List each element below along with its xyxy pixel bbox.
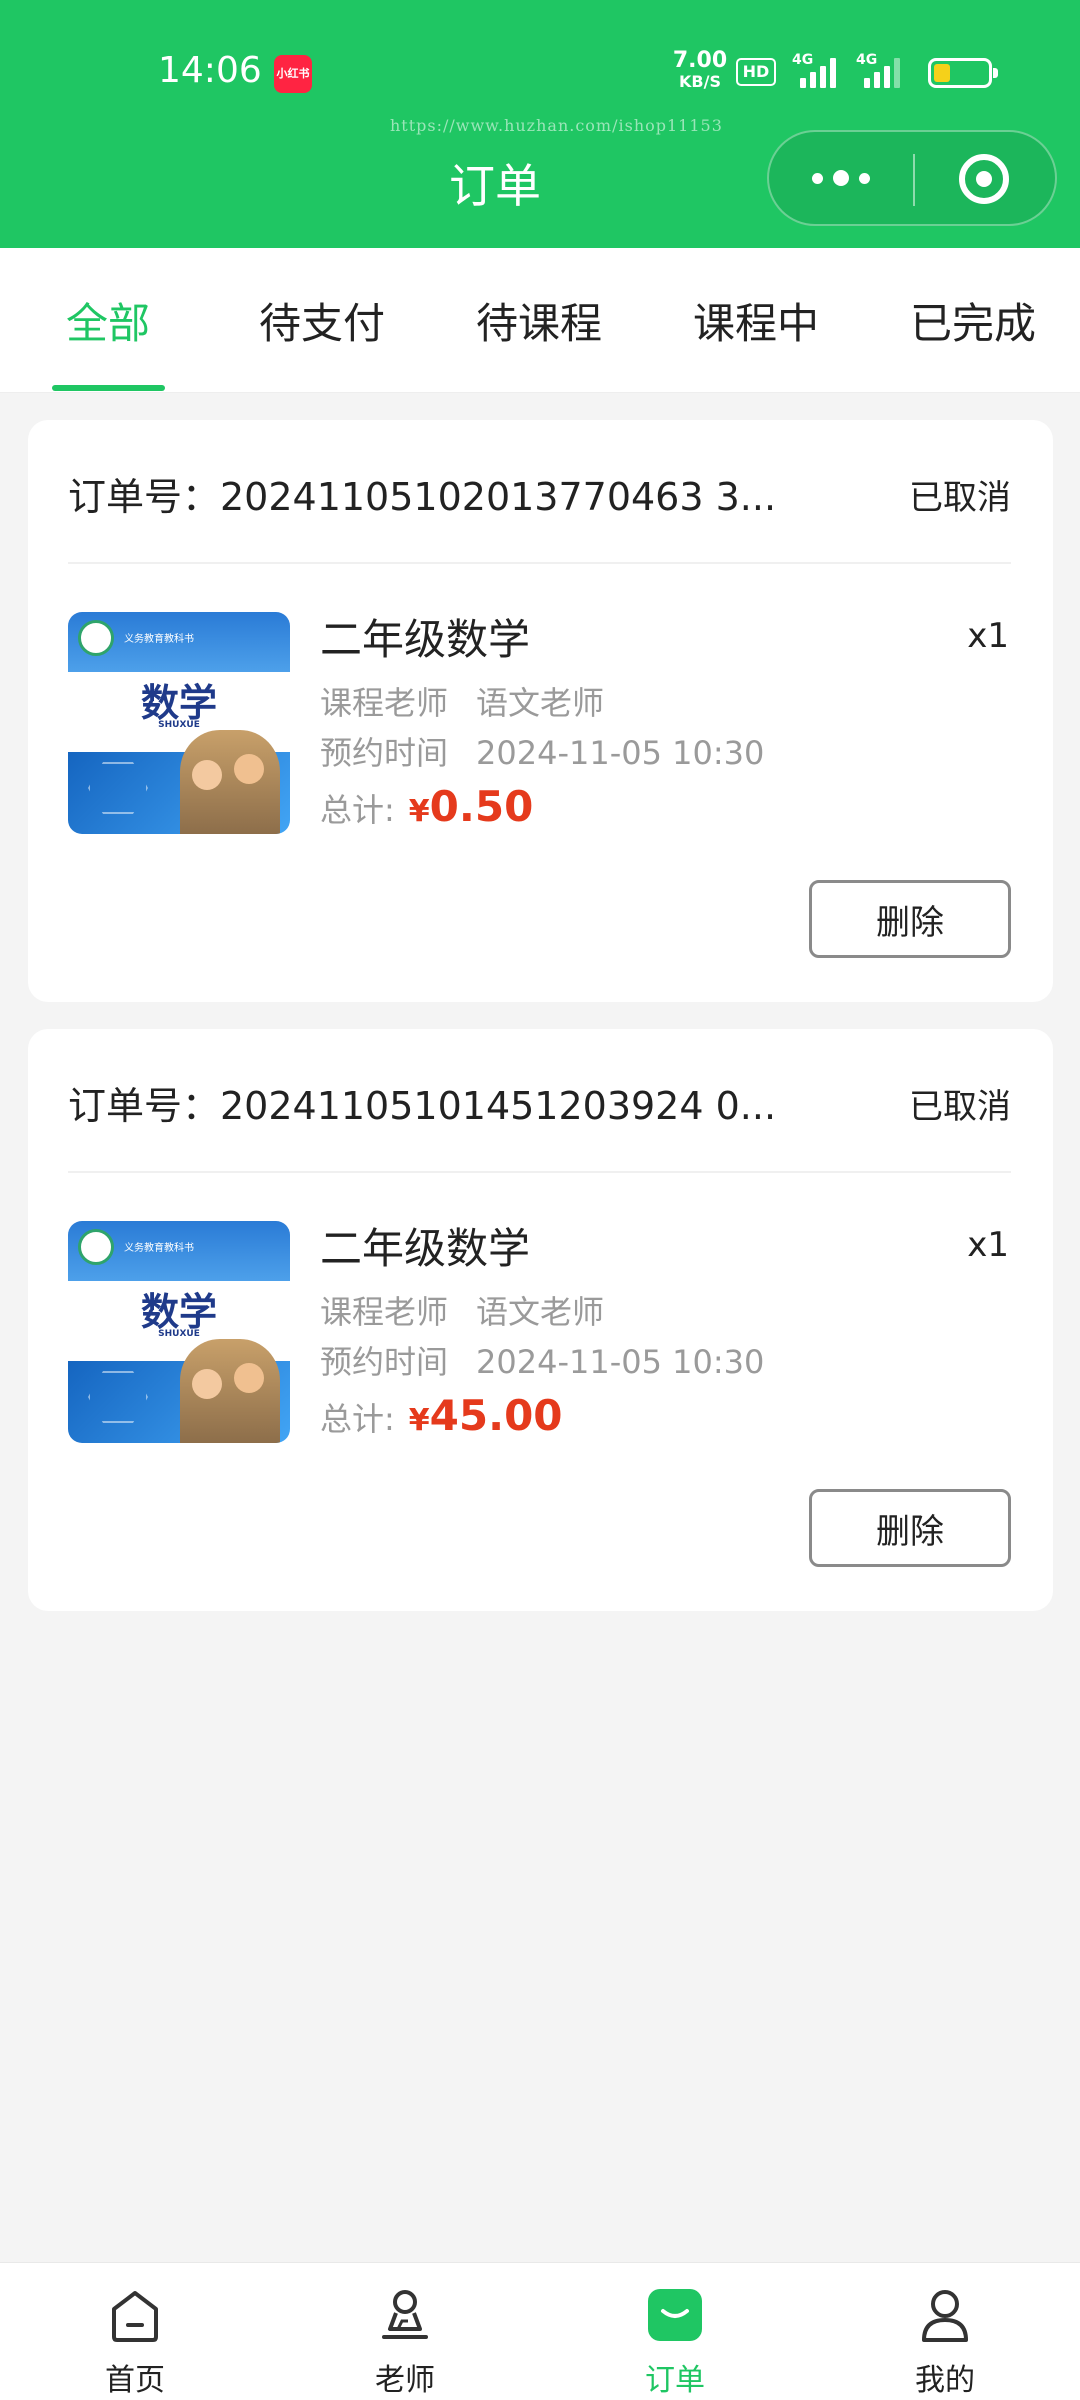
- total-amount: 45.00: [429, 1391, 563, 1440]
- bottom-navigation: 首页 老师 订单 我的: [0, 2262, 1080, 2400]
- more-dot-icon: [812, 172, 823, 184]
- teacher-label: 课程老师: [320, 1293, 449, 1331]
- teacher-label: 课程老师: [320, 684, 449, 722]
- nav-profile[interactable]: 我的: [810, 2263, 1080, 2400]
- course-name: 二年级数学: [320, 615, 531, 664]
- delete-order-button[interactable]: 删除: [809, 880, 1011, 958]
- order-status: 已取消: [909, 1087, 1011, 1127]
- card-divider: [68, 1171, 1011, 1173]
- teacher-value: 语文老师: [476, 684, 605, 722]
- teacher-value: 语文老师: [476, 1293, 605, 1331]
- tab-pending-payment[interactable]: 待支付: [232, 290, 412, 351]
- total-row: 总计: ¥45.00: [320, 1391, 563, 1440]
- order-number: 订单号：20241105102013770463 3...: [68, 475, 777, 519]
- currency-symbol: ¥: [408, 1403, 430, 1438]
- more-dot-icon: [833, 170, 849, 186]
- nav-orders-label: 订单: [645, 2363, 705, 2398]
- tab-completed[interactable]: 已完成: [883, 290, 1063, 351]
- appointment-value: 2024-11-05 10:30: [476, 734, 765, 772]
- nav-teacher[interactable]: 老师: [270, 2263, 540, 2400]
- quantity: x1: [967, 616, 1009, 656]
- status-time: 14:06: [158, 50, 262, 91]
- total-amount: 0.50: [429, 782, 534, 831]
- appointment-value: 2024-11-05 10:30: [476, 1343, 765, 1381]
- appointment-row: 预约时间 2024-11-05 10:30: [320, 728, 764, 774]
- nav-home-label: 首页: [105, 2363, 165, 2398]
- nav-home[interactable]: 首页: [0, 2263, 270, 2400]
- appointment-label: 预约时间: [320, 1343, 449, 1381]
- tab-pending-course[interactable]: 待课程: [449, 290, 629, 351]
- order-status: 已取消: [909, 478, 1011, 518]
- capsule-divider: [913, 154, 915, 206]
- teacher-icon: [382, 2290, 428, 2339]
- network-speed: 7.00 KB/S: [672, 48, 728, 91]
- currency-symbol: ¥: [408, 794, 430, 829]
- appointment-row: 预约时间 2024-11-05 10:30: [320, 1337, 764, 1383]
- total-label: 总计:: [320, 791, 395, 829]
- watermark-url: https://www.huzhan.com/ishop11153: [390, 116, 723, 135]
- orders-icon: [648, 2289, 702, 2341]
- total-label: 总计:: [320, 1400, 395, 1438]
- publisher-logo-icon: [78, 1229, 114, 1265]
- signal-sim2-icon: 4G: [856, 52, 904, 88]
- nav-teacher-label: 老师: [375, 2363, 435, 2398]
- tab-all[interactable]: 全部: [18, 290, 198, 351]
- course-cover-image: 义务教育教科书 数学 SHUXUE: [68, 1221, 290, 1443]
- battery-icon: [928, 58, 998, 88]
- appointment-label: 预约时间: [320, 734, 449, 772]
- order-tabs: 全部 待支付 待课程 课程中 已完成: [0, 248, 1080, 393]
- teacher-row: 课程老师 语文老师: [320, 678, 604, 724]
- course-cover-image: 义务教育教科书 数学 SHUXUE: [68, 612, 290, 834]
- total-row: 总计: ¥0.50: [320, 782, 533, 831]
- signal-sim1-icon: 4G: [792, 52, 840, 88]
- top-header: 14:06 小红书 7.00 KB/S HD 4G 4G https://www…: [0, 0, 1080, 248]
- active-tab-indicator: [52, 385, 165, 391]
- delete-order-button[interactable]: 删除: [809, 1489, 1011, 1567]
- more-menu-button[interactable]: [769, 132, 913, 224]
- teacher-row: 课程老师 语文老师: [320, 1287, 604, 1333]
- course-name: 二年级数学: [320, 1224, 531, 1273]
- more-dot-icon: [859, 172, 870, 184]
- close-miniprogram-button[interactable]: [959, 154, 1009, 204]
- hd-voice-icon: HD: [736, 58, 776, 86]
- notification-app-icon: 小红书: [274, 55, 312, 93]
- quantity: x1: [967, 1225, 1009, 1265]
- home-icon: [112, 2291, 158, 2342]
- profile-icon: [922, 2290, 968, 2342]
- miniprogram-capsule: [767, 130, 1057, 226]
- nav-orders[interactable]: 订单: [540, 2263, 810, 2400]
- order-card[interactable]: 订单号：20241105101451203924 0... 已取消 义务教育教科…: [28, 1029, 1053, 1611]
- order-number: 订单号：20241105101451203924 0...: [68, 1084, 777, 1128]
- tab-in-course[interactable]: 课程中: [666, 290, 846, 351]
- order-card[interactable]: 订单号：20241105102013770463 3... 已取消 义务教育教科…: [28, 420, 1053, 1002]
- publisher-logo-icon: [78, 620, 114, 656]
- nav-profile-label: 我的: [915, 2363, 975, 2398]
- card-divider: [68, 562, 1011, 564]
